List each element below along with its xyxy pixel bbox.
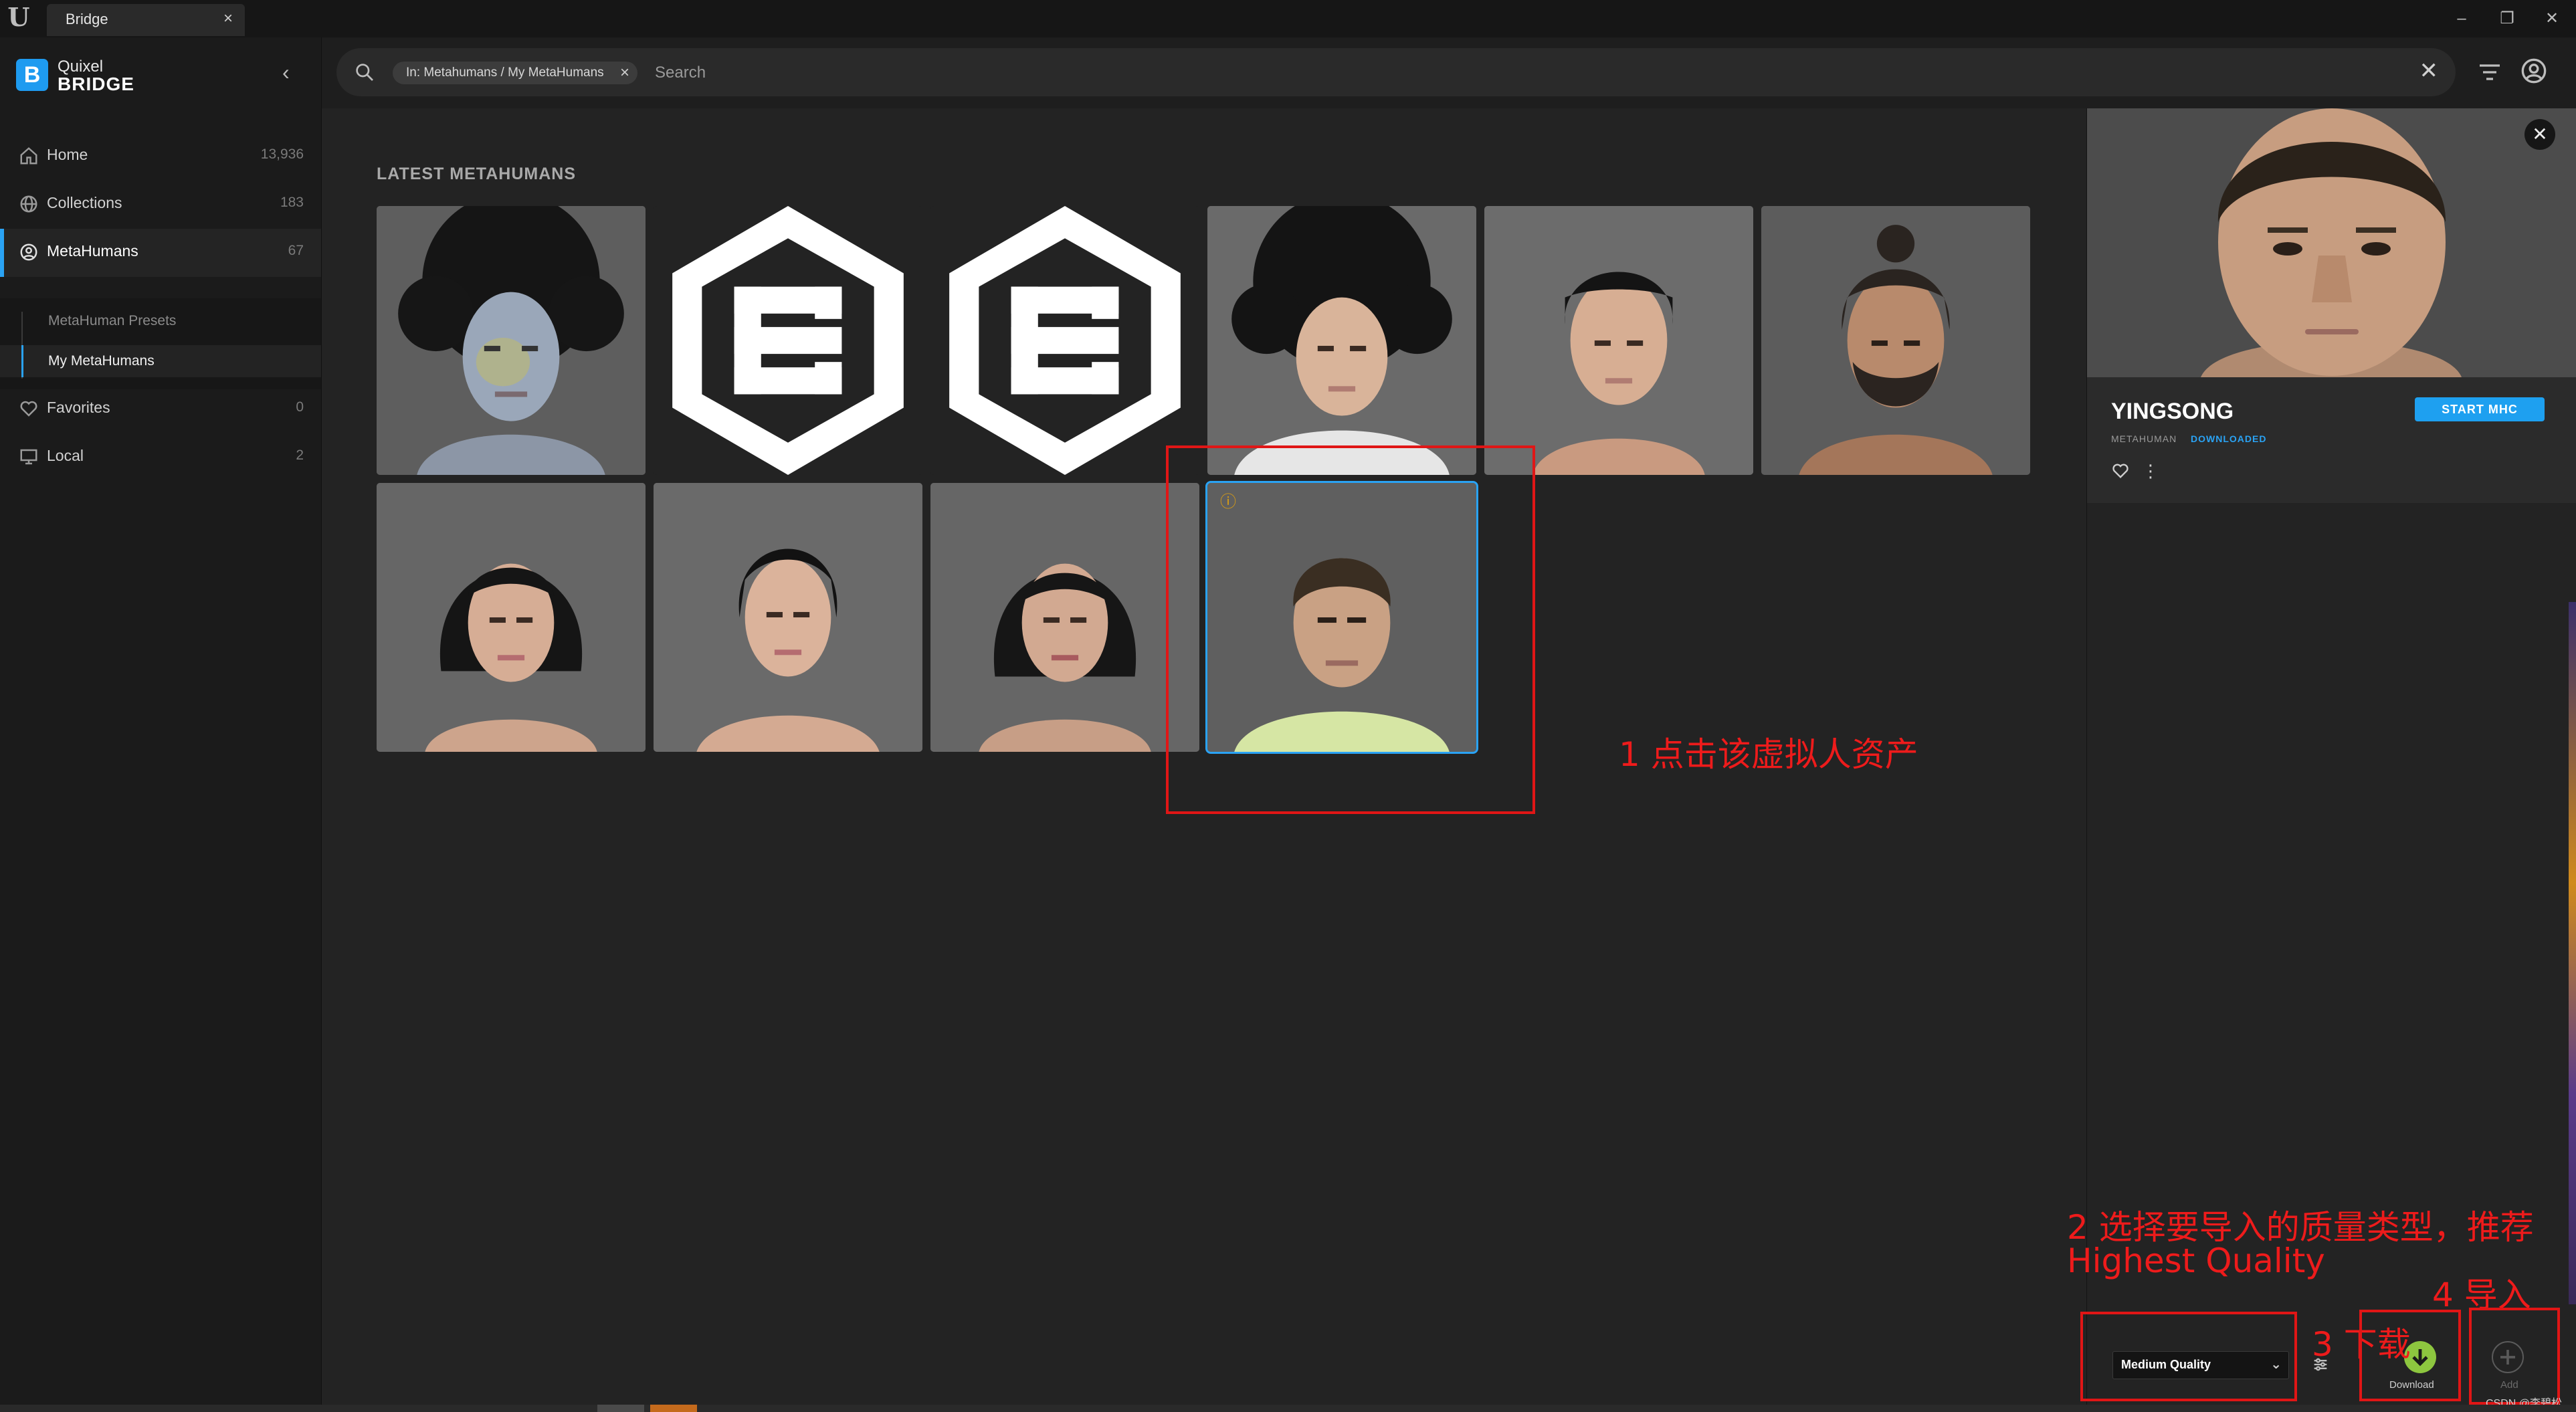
bridge-logo-icon: B <box>16 59 48 91</box>
taskbar-strip <box>0 1405 2576 1412</box>
taskbar-segment-active <box>650 1405 697 1412</box>
metahuman-thumbnail <box>377 483 646 752</box>
filter-icon[interactable] <box>2476 59 2503 86</box>
metahuman-tile[interactable] <box>1761 206 2030 475</box>
asset-type: METAHUMAN <box>2111 433 2177 444</box>
restore-button[interactable]: ❐ <box>2487 4 2527 33</box>
annotation-box-download <box>2359 1310 2461 1401</box>
sidebar: B Quixel BRIDGE ‹ Home 13,936 Collection… <box>0 37 322 1412</box>
heart-icon <box>20 401 37 417</box>
sidebar-item-count: 183 <box>280 195 304 210</box>
unreal-logo-icon: U <box>7 2 30 32</box>
annotation-box-select-asset <box>1166 445 1535 814</box>
search-clear-icon[interactable]: ✕ <box>2419 58 2439 84</box>
favorite-heart-icon[interactable] <box>2111 462 2130 480</box>
metahuman-tile[interactable] <box>654 206 922 475</box>
sidebar-item-label: Collections <box>47 194 122 211</box>
sidebar-item-home[interactable]: Home 13,936 <box>0 132 321 181</box>
detail-info: YINGSONG METAHUMAN DOWNLOADED START MHC … <box>2087 377 2576 503</box>
sidebar-item-label: Local <box>47 447 84 464</box>
metahuman-tile[interactable] <box>1207 206 1476 475</box>
metahuman-tile[interactable] <box>377 206 646 475</box>
sidebar-item-metahumans[interactable]: MetaHumans 67 <box>0 229 321 277</box>
home-icon <box>20 147 37 165</box>
metahuman-tile[interactable] <box>1484 206 1753 475</box>
metahumans-subnav: MetaHuman Presets My MetaHumans <box>0 298 321 389</box>
subnav-item-my-metahumans[interactable]: My MetaHumans <box>0 345 321 377</box>
search-bar: In: Metahumans / My MetaHumans × ✕ <box>336 48 2456 96</box>
brand-line-bridge: BRIDGE <box>58 74 134 94</box>
metahuman-logo-icon <box>930 206 1199 475</box>
collapse-sidebar-icon[interactable]: ‹ <box>282 60 290 85</box>
metahuman-thumbnail <box>654 483 922 752</box>
subnav-item-label: My MetaHumans <box>48 353 155 369</box>
search-icon[interactable] <box>354 62 375 83</box>
metahuman-logo-icon <box>654 206 922 475</box>
taskbar-segment <box>597 1405 644 1412</box>
metahuman-thumbnail <box>930 483 1199 752</box>
metahuman-thumbnail <box>377 206 646 475</box>
metahuman-thumbnail <box>1207 206 1476 475</box>
title-bar: U Bridge × – ❐ ✕ <box>0 0 2576 37</box>
active-indicator <box>0 229 4 277</box>
annotation-step-1: 1 点击该虚拟人资产 <box>1619 735 1918 774</box>
account-icon[interactable] <box>2520 58 2547 84</box>
globe-icon <box>20 195 37 213</box>
sidebar-item-label: Home <box>47 146 88 163</box>
monitor-icon <box>20 449 37 465</box>
window-close-button[interactable]: ✕ <box>2532 4 2572 33</box>
search-input[interactable] <box>655 62 2394 84</box>
minimize-button[interactable]: – <box>2442 4 2482 33</box>
background-window-edge <box>2569 602 2576 1304</box>
asset-status: DOWNLOADED <box>2191 433 2267 444</box>
annotation-step-2-detail: Highest Quality <box>2067 1241 2325 1280</box>
annotation-box-quality <box>2080 1312 2297 1401</box>
metahuman-tile[interactable] <box>930 483 1199 752</box>
close-detail-button[interactable]: ✕ <box>2524 119 2555 150</box>
metahuman-portrait <box>2087 108 2576 377</box>
subnav-active-indicator <box>21 345 23 377</box>
quixel-bridge-logo: B Quixel BRIDGE <box>16 58 190 95</box>
filter-chip-label: In: Metahumans / My MetaHumans <box>406 66 604 80</box>
metahuman-tile[interactable] <box>930 206 1199 475</box>
section-title: LATEST METAHUMANS <box>377 165 576 183</box>
sidebar-item-local[interactable]: Local 2 <box>0 433 321 482</box>
start-mhc-button[interactable]: START MHC <box>2415 397 2545 421</box>
sidebar-item-count: 13,936 <box>260 146 304 162</box>
metahuman-tile[interactable] <box>377 483 646 752</box>
sidebar-item-count: 67 <box>288 243 304 258</box>
sidebar-item-label: Favorites <box>47 399 110 416</box>
filter-chip[interactable]: In: Metahumans / My MetaHumans × <box>393 62 637 84</box>
metahuman-tile[interactable] <box>654 483 922 752</box>
sidebar-item-label: MetaHumans <box>47 242 138 260</box>
sidebar-item-count: 0 <box>296 399 304 415</box>
sidebar-item-count: 2 <box>296 447 304 463</box>
detail-preview-image: ✕ <box>2087 108 2576 377</box>
metahuman-thumbnail <box>1484 206 1753 475</box>
subnav-item-metahuman-presets[interactable]: MetaHuman Presets <box>48 313 176 329</box>
asset-name: YINGSONG <box>2111 399 2234 424</box>
annotation-box-import <box>2469 1308 2560 1405</box>
metahuman-thumbnail <box>1761 206 2030 475</box>
window-tab[interactable]: Bridge × <box>47 4 245 36</box>
sidebar-item-favorites[interactable]: Favorites 0 <box>0 385 321 433</box>
user-circle-icon <box>20 243 37 261</box>
window-tab-title: Bridge <box>66 11 108 27</box>
filter-chip-close-icon[interactable]: × <box>620 64 629 82</box>
tab-close-icon[interactable]: × <box>223 9 233 28</box>
more-options-icon[interactable]: ⋮ <box>2142 462 2159 480</box>
sidebar-item-collections[interactable]: Collections 183 <box>0 181 321 229</box>
